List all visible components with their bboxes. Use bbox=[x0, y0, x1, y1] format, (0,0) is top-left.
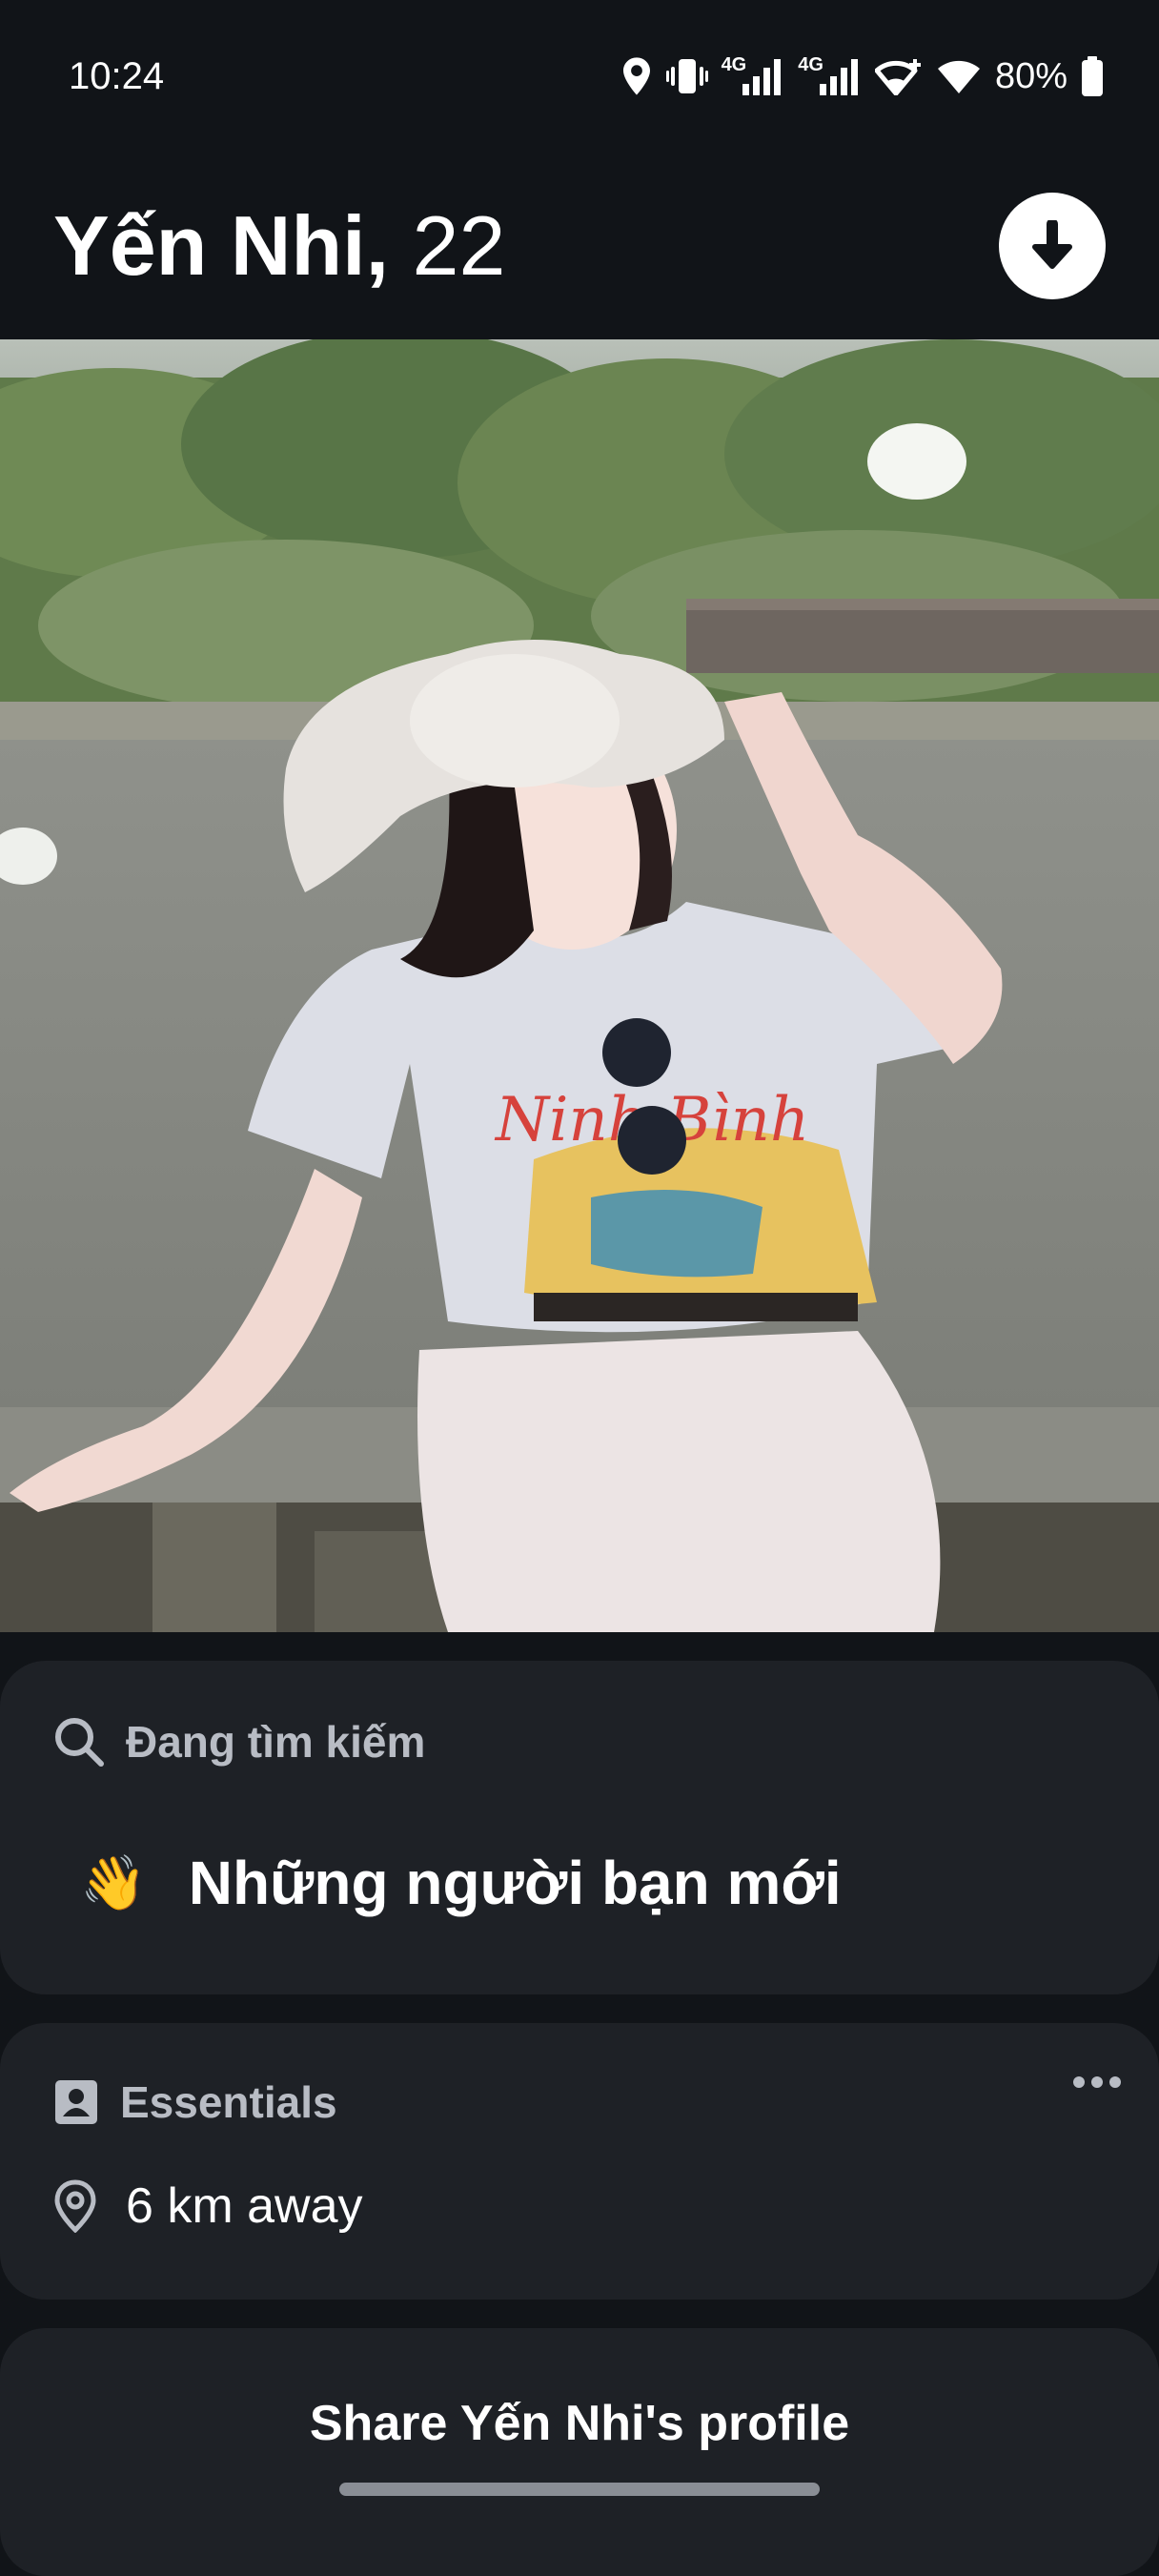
wifi-icon bbox=[936, 57, 982, 95]
network-type-label: 4G bbox=[721, 53, 747, 75]
location-icon bbox=[620, 56, 653, 96]
status-icons: 4G 4G 80% bbox=[620, 53, 1104, 97]
looking-for-value: 👋 Những người bạn mới bbox=[80, 1848, 842, 1918]
status-time: 10:24 bbox=[69, 54, 165, 97]
more-dot bbox=[1109, 2076, 1121, 2088]
more-options-button[interactable] bbox=[1073, 2076, 1121, 2088]
battery-icon bbox=[1081, 56, 1104, 96]
more-dots-icon bbox=[1073, 2076, 1085, 2088]
waving-hand-icon: 👋 bbox=[80, 1852, 147, 1912]
profile-photo[interactable]: Ninh Bình bbox=[0, 339, 1159, 1632]
wifi-plus-icon bbox=[874, 57, 923, 95]
search-icon bbox=[55, 1718, 104, 1767]
profile-photo-image: Ninh Bình bbox=[0, 339, 1159, 1632]
distance-row: 6 km away bbox=[53, 2177, 363, 2235]
share-profile-button[interactable]: Share Yến Nhi's profile bbox=[0, 2395, 1159, 2452]
looking-for-value-text: Những người bạn mới bbox=[188, 1849, 842, 1917]
contact-card-icon bbox=[55, 2080, 97, 2124]
battery-percent: 80% bbox=[994, 55, 1068, 96]
looking-for-card bbox=[0, 1661, 1159, 1994]
signal-icon: 4G bbox=[798, 53, 862, 95]
vibrate-icon bbox=[665, 57, 708, 95]
more-dot bbox=[1091, 2076, 1103, 2088]
location-pin-icon bbox=[54, 2179, 96, 2233]
profile-header: Yến Nhi, 22 bbox=[0, 153, 1159, 339]
status-bar: 10:24 4G 4G 80% bbox=[0, 0, 1159, 153]
profile-age: 22 bbox=[412, 198, 506, 293]
collapse-profile-button[interactable] bbox=[999, 193, 1106, 299]
share-profile-card[interactable] bbox=[0, 2328, 1159, 2576]
distance-text: 6 km away bbox=[126, 2178, 363, 2234]
essentials-label-text: Essentials bbox=[120, 2077, 337, 2127]
profile-name: Yến Nhi, bbox=[53, 198, 390, 293]
home-indicator[interactable] bbox=[339, 2483, 820, 2496]
essentials-card bbox=[0, 2023, 1159, 2300]
essentials-label: Essentials bbox=[53, 2076, 337, 2128]
arrow-down-icon bbox=[1032, 220, 1072, 269]
looking-for-label-text: Đang tìm kiếm bbox=[126, 1717, 426, 1767]
profile-name-age: Yến Nhi, 22 bbox=[53, 204, 505, 288]
looking-for-label: Đang tìm kiếm bbox=[53, 1716, 425, 1768]
signal-icon: 4G bbox=[721, 53, 785, 95]
network-type-label: 4G bbox=[798, 53, 824, 75]
